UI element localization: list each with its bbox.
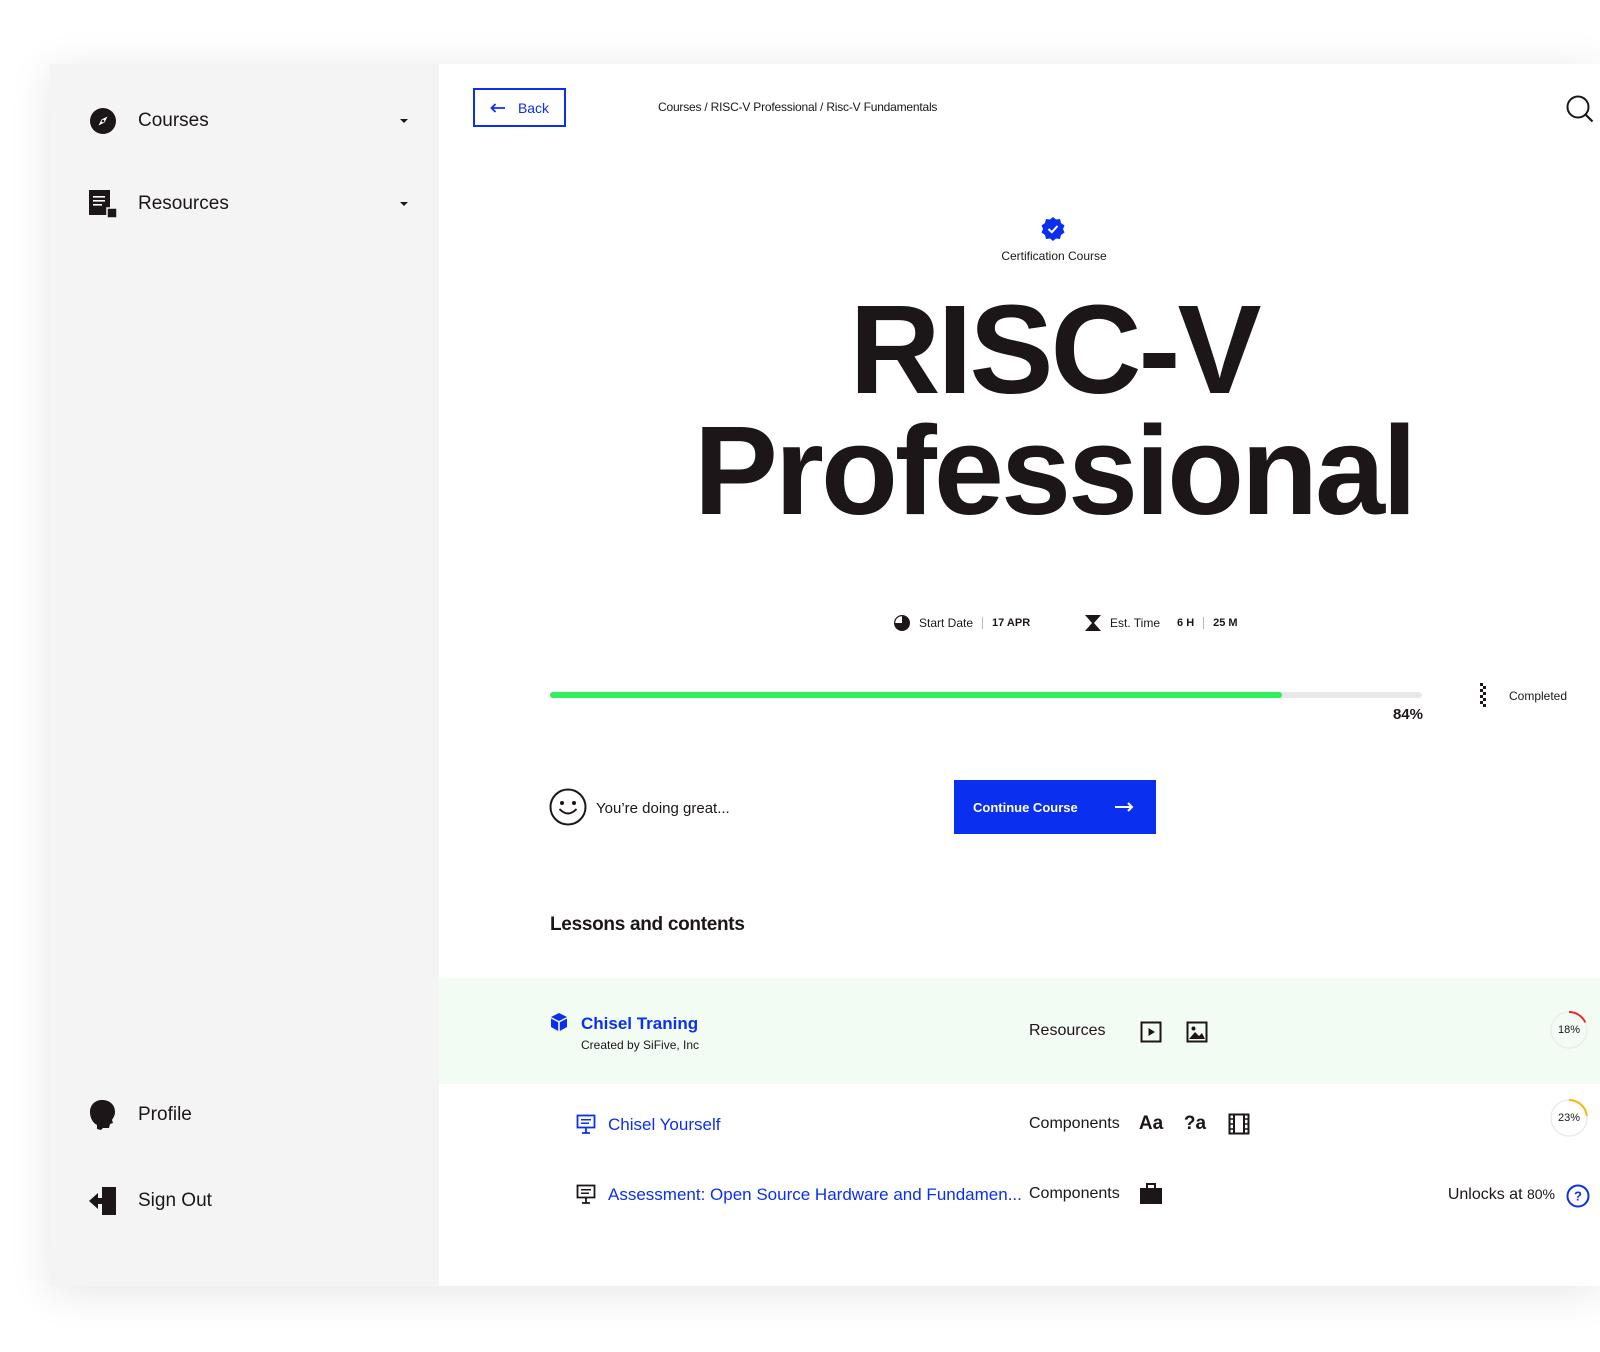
chevron-down-icon[interactable] xyxy=(400,119,408,123)
lesson-progress-label: 18% xyxy=(1557,1024,1581,1036)
certification-label: Certification Course xyxy=(1001,249,1107,263)
sidebar: Courses Resources Profile Sign Out xyxy=(50,64,439,1286)
course-progress-percent: 84% xyxy=(1392,706,1423,723)
lesson-progress-label: 23% xyxy=(1557,1112,1581,1124)
quiz-icon[interactable]: ?a xyxy=(1183,1112,1207,1136)
lesson-tools: Aa ?a xyxy=(1139,1112,1251,1136)
verified-badge-icon xyxy=(1040,216,1066,242)
lesson-row[interactable]: Assessment: Open Source Hardware and Fun… xyxy=(439,1164,1600,1224)
unlock-requirement: Unlocks at 80% xyxy=(1448,1186,1555,1204)
start-date-meta: Start Date 17 APR xyxy=(893,614,1030,632)
lesson-progress-ring: 18% xyxy=(1549,1010,1589,1050)
arrow-left-icon xyxy=(490,100,506,116)
back-label: Back xyxy=(517,99,550,116)
unlock-percent: 80% xyxy=(1526,1186,1555,1202)
search-icon[interactable] xyxy=(1566,95,1594,123)
course-progress-bar xyxy=(550,692,1422,698)
sidebar-item-label: Profile xyxy=(138,1104,192,1125)
title-line-2: Professional xyxy=(693,400,1417,541)
head-icon xyxy=(88,1100,118,1130)
est-minutes: 25 M xyxy=(1213,617,1238,629)
section-title: Lessons and contents xyxy=(550,914,745,935)
divider xyxy=(1203,617,1205,629)
lesson-progress-ring: 23% xyxy=(1549,1098,1589,1138)
lesson-row[interactable]: Chisel Traning Created by SiFive, Inc Re… xyxy=(439,978,1600,1084)
completed-label: Completed xyxy=(1509,689,1568,703)
breadcrumb[interactable]: Courses / RISC-V Professional / Risc-V F… xyxy=(658,100,937,114)
compass-icon xyxy=(88,106,118,136)
briefcase-icon[interactable] xyxy=(1139,1182,1163,1206)
start-date-label: Start Date xyxy=(919,616,974,630)
smiley-icon xyxy=(549,788,587,826)
est-time-label: Est. Time xyxy=(1110,616,1161,630)
presentation-icon xyxy=(576,1114,596,1134)
lesson-tools xyxy=(1139,1182,1163,1206)
lesson-row[interactable]: Chisel Yourself Components Aa ?a 23% xyxy=(439,1094,1600,1154)
lesson-author: Created by SiFive, Inc xyxy=(581,1038,700,1052)
start-date-value: 17 APR xyxy=(992,617,1031,629)
est-time-meta: Est. Time 6 H 25 M xyxy=(1084,614,1238,632)
sidebar-item-profile[interactable]: Profile xyxy=(88,1100,408,1130)
sidebar-item-label: Resources xyxy=(138,193,229,214)
app-window: Courses Resources Profile Sign Out Back … xyxy=(50,64,1600,1286)
title-line-1: RISC-V xyxy=(849,279,1261,420)
arrow-right-icon xyxy=(1114,800,1134,815)
play-video-icon[interactable] xyxy=(1139,1020,1163,1044)
sidebar-item-resources[interactable]: Resources xyxy=(88,189,408,219)
continue-course-button[interactable]: Continue Course xyxy=(954,780,1156,834)
back-button[interactable]: Back xyxy=(473,88,566,127)
document-icon xyxy=(88,189,118,219)
lesson-kind: Components xyxy=(1029,1115,1120,1132)
lesson-title[interactable]: Chisel Yourself xyxy=(608,1115,720,1135)
film-icon[interactable] xyxy=(1227,1112,1251,1136)
encouragement-text: You’re doing great... xyxy=(596,800,730,817)
course-progress-fill xyxy=(550,692,1283,698)
typography-icon[interactable]: Aa xyxy=(1139,1112,1163,1136)
unlock-text: Unlocks at xyxy=(1447,1186,1523,1203)
exit-door-icon xyxy=(88,1186,118,1216)
lesson-kind: Resources xyxy=(1029,1022,1106,1039)
chevron-down-icon[interactable] xyxy=(400,202,408,206)
pie-clock-icon xyxy=(893,614,911,632)
lesson-title[interactable]: Chisel Traning xyxy=(581,1014,698,1034)
image-icon[interactable] xyxy=(1185,1020,1209,1044)
page-title: RISC-V Professional xyxy=(689,279,1419,541)
sidebar-item-courses[interactable]: Courses xyxy=(88,106,408,136)
divider xyxy=(982,617,984,629)
hourglass-icon xyxy=(1084,614,1102,632)
lesson-tools xyxy=(1139,1020,1209,1044)
checkered-flag-icon xyxy=(1478,683,1488,709)
lesson-title[interactable]: Assessment: Open Source Hardware and Fun… xyxy=(608,1185,1022,1205)
svg-text:?: ? xyxy=(1574,1189,1582,1204)
sidebar-item-sign-out[interactable]: Sign Out xyxy=(88,1186,408,1216)
lesson-kind: Components xyxy=(1029,1185,1120,1202)
sidebar-item-label: Sign Out xyxy=(138,1190,212,1211)
cube-icon xyxy=(549,1012,569,1032)
main-content: Back Courses / RISC-V Professional / Ris… xyxy=(439,64,1600,1286)
sidebar-item-label: Courses xyxy=(138,110,209,131)
presentation-icon xyxy=(576,1184,596,1204)
help-icon[interactable]: ? xyxy=(1566,1184,1590,1208)
continue-course-label: Continue Course xyxy=(973,799,1078,815)
est-hours: 6 H xyxy=(1177,617,1195,629)
